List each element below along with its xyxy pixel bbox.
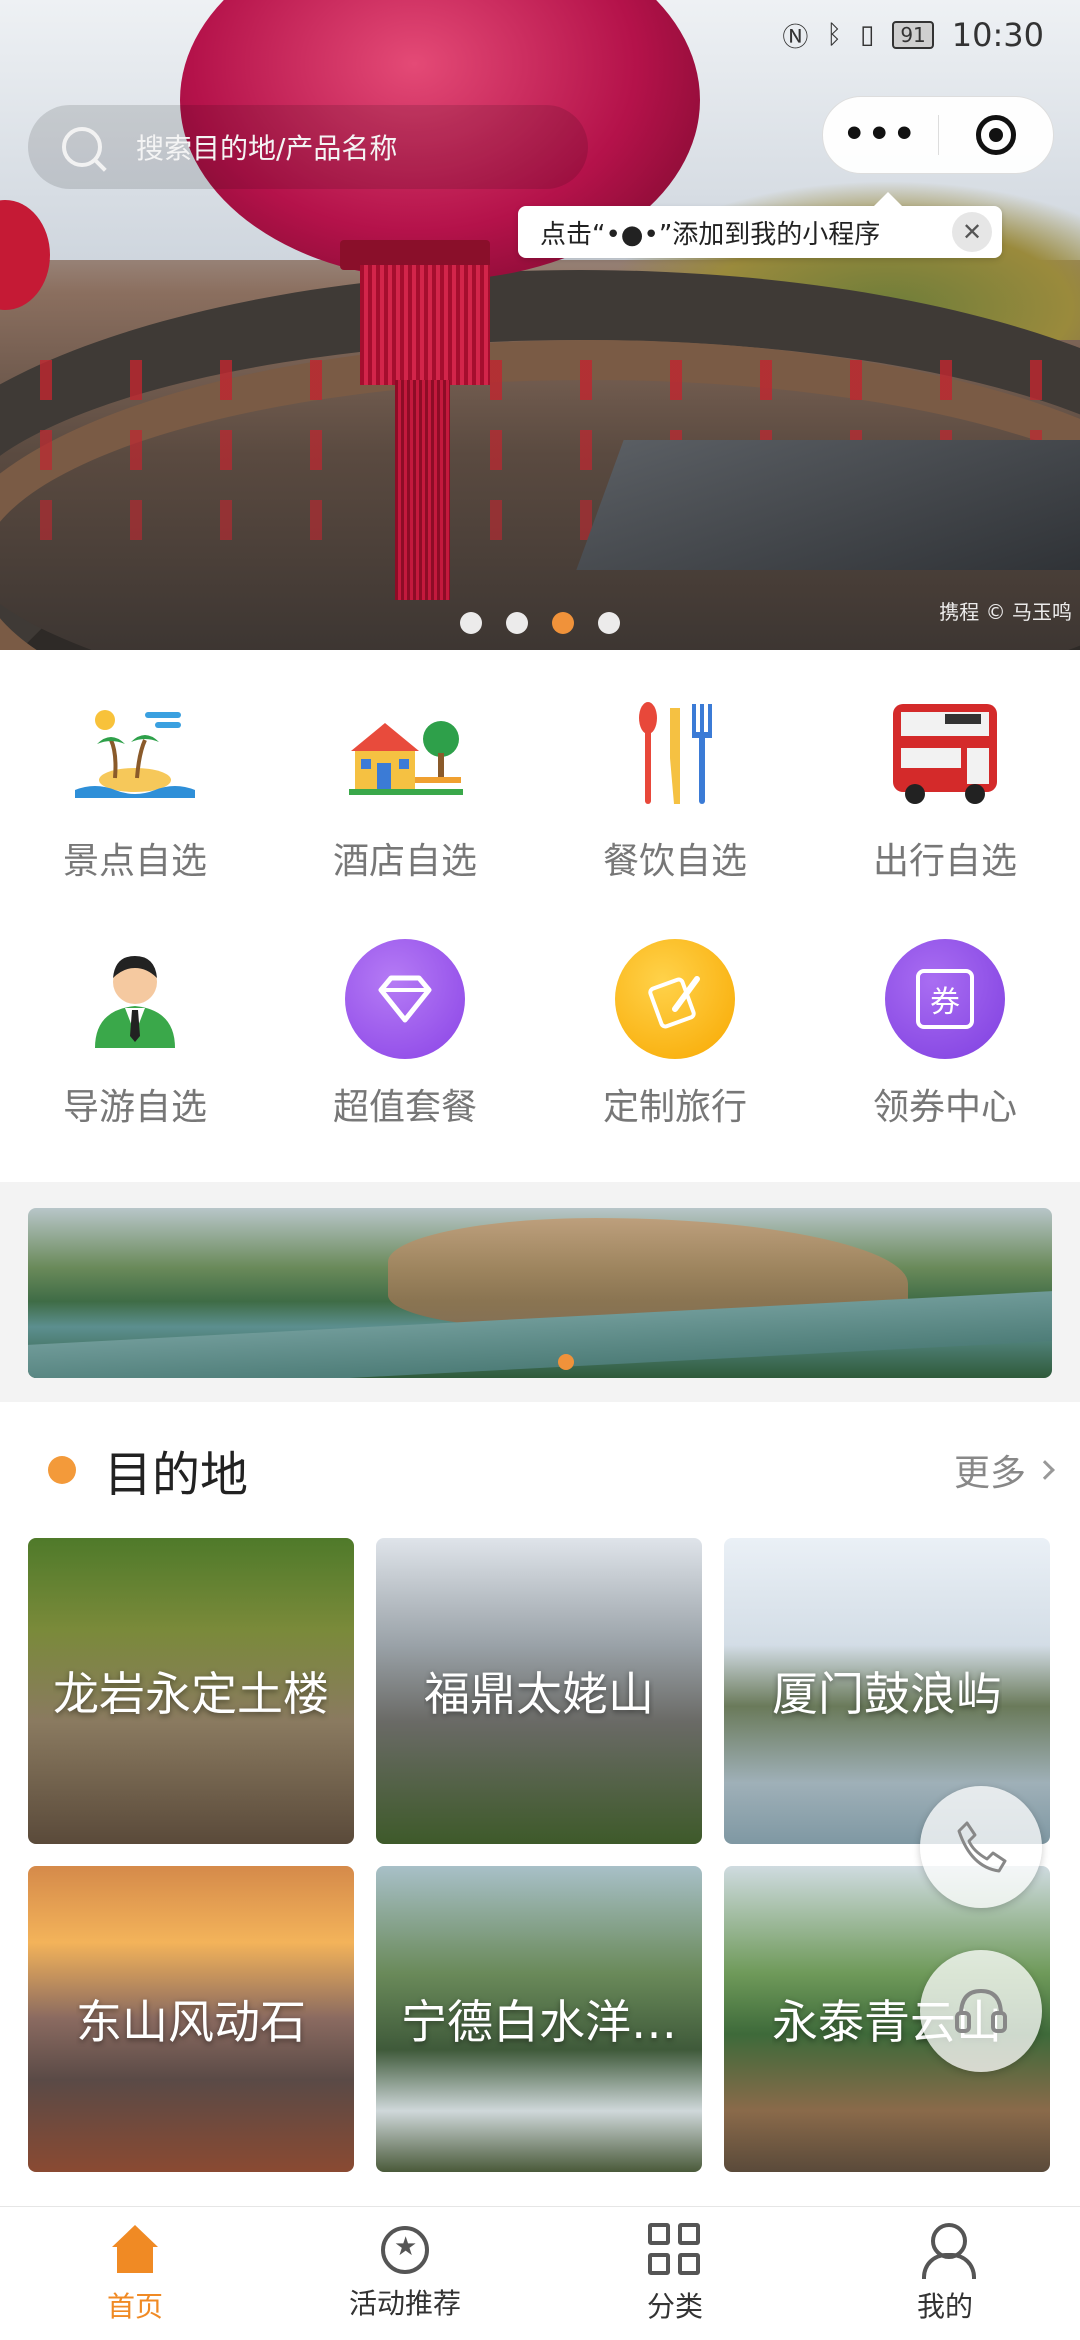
tooltip-close-button[interactable]: ✕ xyxy=(952,212,992,252)
destination-card[interactable]: 龙岩永定土楼 xyxy=(28,1538,354,1844)
status-bar: Ⓝ ᛒ ▯ 91 10:30 xyxy=(0,0,1080,70)
hero-tassel-lower xyxy=(395,380,450,600)
tab-categories[interactable]: 分类 xyxy=(540,2207,810,2340)
carousel-dot-active[interactable] xyxy=(552,612,574,634)
category-coupon[interactable]: 券 领券中心 xyxy=(810,906,1080,1152)
category-grid: 景点自选 酒店自选 餐饮自选 出行自选 导游自选 超值套餐 定制旅行 券 领券中… xyxy=(0,660,1080,1152)
guide-icon xyxy=(72,936,198,1062)
bluetooth-icon: ᛒ xyxy=(826,20,843,50)
category-guide[interactable]: 导游自选 xyxy=(0,906,270,1152)
promo-banner[interactable] xyxy=(28,1208,1052,1378)
headset-icon xyxy=(955,1988,1007,2033)
destination-card[interactable]: 东山风动石 xyxy=(28,1866,354,2172)
user-icon xyxy=(918,2222,976,2279)
search-bar[interactable]: 搜索目的地/产品名称 xyxy=(28,105,588,189)
destination-name: 宁德白水洋… xyxy=(401,1995,677,2049)
section-bullet xyxy=(48,1456,76,1484)
add-mini-program-tooltip: 点击“•●•”添加到我的小程序 ✕ xyxy=(518,192,1002,258)
destination-card[interactable]: 宁德白水洋… xyxy=(376,1866,702,2172)
more-menu-button[interactable]: ••• xyxy=(823,117,938,153)
mini-program-capsule: ••• xyxy=(822,96,1054,174)
island-icon xyxy=(72,690,198,816)
tab-label: 活动推荐 xyxy=(348,2286,461,2320)
category-label: 导游自选 xyxy=(62,1087,207,1128)
chevron-right-icon xyxy=(1035,1460,1055,1480)
destination-name: 厦门鼓浪屿 xyxy=(772,1667,1002,1721)
category-transport[interactable]: 出行自选 xyxy=(810,660,1080,906)
carousel-dot[interactable] xyxy=(598,612,620,634)
home-icon xyxy=(108,2223,162,2277)
destination-name: 龙岩永定土楼 xyxy=(53,1667,329,1721)
tab-profile[interactable]: 我的 xyxy=(810,2207,1080,2340)
status-time: 10:30 xyxy=(951,16,1044,54)
close-mini-program-button[interactable] xyxy=(938,115,1053,155)
status-icons: Ⓝ ᛒ ▯ 91 10:30 xyxy=(782,16,1044,54)
category-label: 酒店自选 xyxy=(332,841,477,882)
hero-tassel xyxy=(360,265,490,385)
category-custom-trip[interactable]: 定制旅行 xyxy=(540,906,810,1152)
tab-label: 分类 xyxy=(646,2289,703,2323)
category-label: 超值套餐 xyxy=(332,1087,477,1128)
category-dining[interactable]: 餐饮自选 xyxy=(540,660,810,906)
destinations-header: 目的地 更多 xyxy=(0,1430,1080,1510)
destination-name: 福鼎太姥山 xyxy=(424,1667,654,1721)
grid-icon xyxy=(648,2222,702,2277)
bottom-tab-bar: 首页 活动推荐 分类 我的 xyxy=(0,2206,1080,2340)
dining-icon xyxy=(612,690,738,816)
phone-icon xyxy=(957,1821,1007,1873)
more-link[interactable]: 更多 xyxy=(954,1444,1026,1496)
banner-indicator-dot xyxy=(558,1354,574,1370)
nfc-icon: Ⓝ xyxy=(782,22,809,53)
diamond-icon xyxy=(342,936,468,1062)
category-label: 出行自选 xyxy=(872,841,1017,882)
destination-grid: 龙岩永定土楼 福鼎太姥山 厦门鼓浪屿 东山风动石 宁德白水洋… 永泰青云山 xyxy=(28,1538,1052,2172)
coupon-glyph: 券 xyxy=(916,969,974,1029)
bus-icon xyxy=(882,690,1008,816)
hotel-icon xyxy=(342,690,468,816)
search-icon xyxy=(58,123,106,171)
carousel-dot[interactable] xyxy=(460,612,482,634)
hero-inner-roof xyxy=(576,440,1080,570)
tab-home[interactable]: 首页 xyxy=(0,2207,270,2340)
destination-card[interactable]: 福鼎太姥山 xyxy=(376,1538,702,1844)
tooltip-text: 点击“•●•”添加到我的小程序 xyxy=(540,219,881,250)
category-label: 景点自选 xyxy=(62,841,207,882)
carousel-dot[interactable] xyxy=(506,612,528,634)
tab-label: 我的 xyxy=(916,2289,973,2323)
search-placeholder: 搜索目的地/产品名称 xyxy=(136,132,398,165)
category-package[interactable]: 超值套餐 xyxy=(270,906,540,1152)
customer-service-button[interactable] xyxy=(920,1950,1042,2072)
target-icon xyxy=(975,115,1016,155)
carousel-indicator xyxy=(0,612,1080,634)
tab-label: 首页 xyxy=(106,2289,163,2323)
category-label: 餐饮自选 xyxy=(602,841,747,882)
award-icon xyxy=(381,2225,429,2274)
battery-indicator: 91 xyxy=(892,21,934,49)
pencil-icon xyxy=(612,936,738,1062)
coupon-icon: 券 xyxy=(882,936,1008,1062)
category-label: 领券中心 xyxy=(872,1087,1017,1128)
hero-lantern-row xyxy=(0,360,1080,400)
vibrate-icon: ▯ xyxy=(860,20,875,50)
category-label: 定制旅行 xyxy=(602,1087,747,1128)
category-scenic[interactable]: 景点自选 xyxy=(0,660,270,906)
tab-activities[interactable]: 活动推荐 xyxy=(270,2207,540,2340)
category-hotel[interactable]: 酒店自选 xyxy=(270,660,540,906)
phone-call-button[interactable] xyxy=(920,1786,1042,1908)
destination-name: 东山风动石 xyxy=(76,1995,306,2049)
section-title: 目的地 xyxy=(104,1447,249,1503)
